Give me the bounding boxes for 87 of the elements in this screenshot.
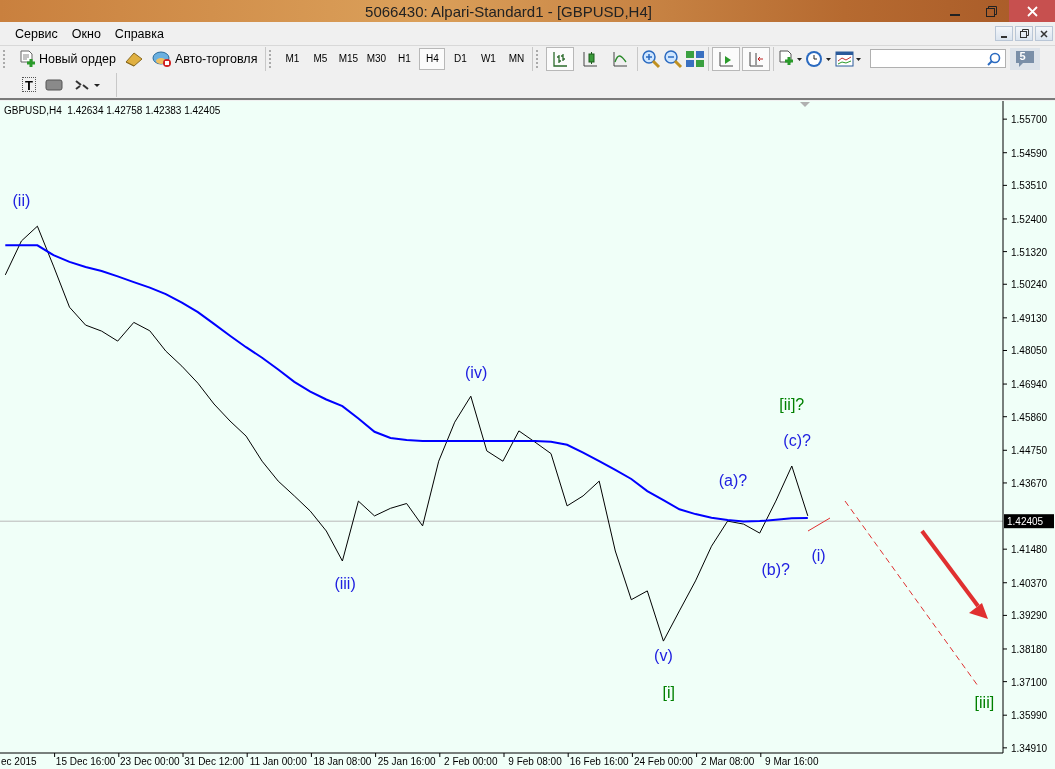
tile-windows-icon[interactable]: [685, 48, 706, 69]
bar-chart-icon[interactable]: [551, 49, 570, 68]
price-axis-label: 1.41480: [1011, 544, 1048, 556]
price-axis-label: 1.40370: [1011, 577, 1048, 589]
price-axis-label: 1.52400: [1011, 213, 1048, 225]
auto-trading-icon: [151, 49, 172, 68]
price-axis-label: 1.43670: [1011, 477, 1048, 489]
timeframe-button[interactable]: H4: [419, 47, 446, 70]
time-axis-label: 31 Dec 12:00: [184, 756, 244, 767]
timeframe-button[interactable]: MN: [503, 47, 530, 70]
timeframe-button[interactable]: W1: [475, 47, 502, 70]
timeframe-button[interactable]: M1: [279, 47, 306, 70]
price-axis-label: 1.50240: [1011, 279, 1048, 291]
wave-label: (v): [654, 647, 673, 665]
time-axis-label: 9 Feb 08:00: [508, 756, 562, 767]
price-axis-label: 1.54590: [1011, 147, 1048, 159]
close-button[interactable]: [1035, 26, 1053, 41]
timeframe-button[interactable]: H1: [391, 47, 418, 70]
minimize-icon: [950, 14, 960, 16]
price-axis-label: 1.34910: [1011, 742, 1048, 754]
price-axis-label: 1.44750: [1011, 445, 1048, 457]
timeframe-button[interactable]: D1: [447, 47, 474, 70]
time-axis-label: 16 Feb 16:00: [569, 756, 629, 767]
new-order-button[interactable]: Новый ордер: [13, 47, 121, 70]
menu-item[interactable]: Окно: [64, 26, 108, 41]
restore-button[interactable]: [1015, 26, 1033, 41]
wave-label: [iii]: [974, 693, 995, 711]
menu-item[interactable]: Сервис: [8, 26, 65, 41]
wave-label: (iii): [334, 575, 356, 593]
minimize-icon: [1001, 35, 1007, 38]
time-axis-label: 25 Jan 16:00: [377, 756, 436, 767]
restore-icon: [1019, 29, 1029, 38]
price-axis-label: 1.37100: [1011, 676, 1048, 688]
wave-label: (ii): [12, 192, 31, 210]
wave-label: [ii]?: [779, 396, 805, 414]
wave-label: (a)?: [718, 471, 748, 489]
close-icon: [1026, 5, 1038, 17]
price-axis-label: 1.48050: [1011, 345, 1048, 357]
time-axis-label: 2 Mar 08:00: [700, 756, 755, 767]
autoscroll-icon[interactable]: [717, 49, 736, 68]
new-document-icon: [18, 49, 36, 68]
text-label-tool[interactable]: T: [22, 77, 36, 92]
restore-icon: [985, 5, 997, 17]
rectangle-icon[interactable]: [44, 76, 66, 93]
minimize-button[interactable]: [995, 26, 1013, 41]
time-axis-label: 23 Dec 00:00: [120, 756, 180, 767]
wave-label: (c)?: [783, 432, 811, 450]
wave-label: [i]: [662, 683, 675, 701]
price-axis-label: 1.51320: [1011, 246, 1048, 258]
template-icon[interactable]: [835, 48, 864, 69]
current-price-label: 1.42405: [1004, 514, 1054, 529]
time-axis-label: 24 Feb 00:00: [633, 756, 693, 767]
chart-header: GBPUSD,H4 1.42634 1.42758 1.42383 1.42405: [4, 105, 221, 116]
wave-label: (i): [811, 546, 826, 564]
auto-trading-button[interactable]: Авто-торговля: [146, 47, 263, 70]
time-axis-label: 2 Feb 00:00: [444, 756, 498, 767]
price-axis-label: 1.38180: [1011, 643, 1048, 655]
time-axis-label: 11 Jan 00:00: [249, 756, 307, 767]
timeframe-button[interactable]: M30: [363, 47, 390, 70]
zoom-in-icon[interactable]: [641, 48, 662, 69]
price-axis-label: 1.35990: [1011, 710, 1048, 722]
price-axis-label: 1.39290: [1011, 610, 1048, 622]
timeframe-button[interactable]: M5: [307, 47, 334, 70]
wave-label: (b)?: [761, 560, 790, 578]
line-chart-icon[interactable]: [611, 49, 630, 68]
time-axis-label: 9 Mar 16:00: [765, 756, 819, 767]
price-axis-label: 1.55700: [1011, 114, 1048, 126]
time-axis-label: ec 2015: [1, 756, 37, 767]
price-axis-label: 1.45860: [1011, 411, 1048, 423]
menu-item[interactable]: Справка: [107, 26, 171, 41]
close-icon: [1040, 29, 1048, 38]
chart-shift-icon[interactable]: [747, 49, 766, 68]
price-axis-label: 1.53510: [1011, 180, 1048, 192]
zoom-out-icon[interactable]: [663, 48, 684, 69]
clock-icon[interactable]: [805, 48, 834, 69]
window-title: 5066430: Alpari-Standard1 - [GBPUSD,H4]: [364, 2, 653, 20]
price-axis-label: 1.49130: [1011, 312, 1048, 324]
timeframe-button[interactable]: M15: [335, 47, 362, 70]
wave-label: (iv): [465, 364, 488, 381]
search-icon[interactable]: [987, 51, 1002, 66]
price-axis-label: 1.46940: [1011, 379, 1048, 391]
trend-line: [807, 517, 831, 532]
time-axis-label: 18 Jan 08:00: [313, 756, 372, 767]
time-axis-label: 15 Dec 16:00: [55, 756, 116, 767]
search-field[interactable]: [870, 49, 1007, 68]
scroll-marker-icon: [800, 102, 810, 107]
candlestick-icon[interactable]: [581, 49, 600, 68]
